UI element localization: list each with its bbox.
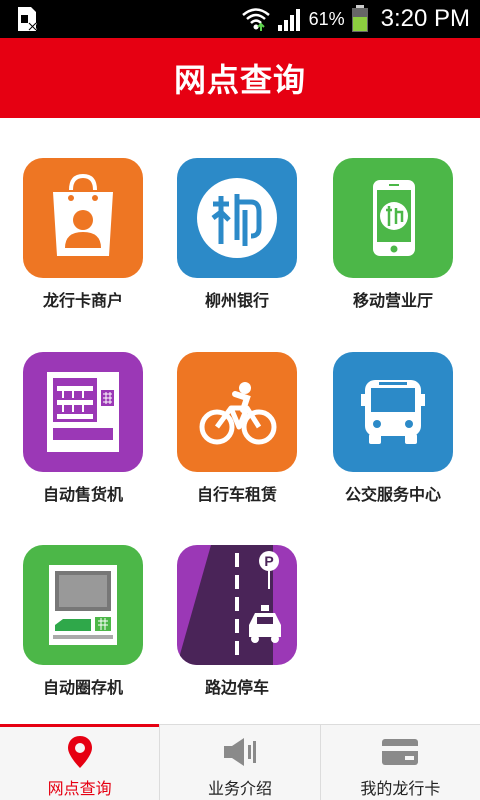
svg-text:P: P <box>264 553 273 569</box>
bus-icon <box>333 352 453 472</box>
grid-item-label: 龙行卡商户 <box>42 291 123 310</box>
bicycle-icon <box>177 352 297 472</box>
bank-logo-icon <box>177 158 297 278</box>
grid-item-mobile-hall[interactable]: 移动营业厅 <box>315 158 471 312</box>
card-icon <box>381 735 419 769</box>
title-bar: 网点查询 <box>0 38 480 118</box>
atm-icon <box>23 545 143 665</box>
grid-item-label: 自动售货机 <box>42 485 123 504</box>
grid-item-vending-machine[interactable]: 自动售货机 <box>5 352 161 506</box>
bottom-tab-bar: 网点查询 业务介绍 我的龙行卡 <box>0 724 480 800</box>
grid-item-bus-center[interactable]: 公交服务中心 <box>315 352 471 506</box>
tab-label: 网点查询 <box>47 779 112 798</box>
parking-icon: P <box>177 545 297 665</box>
tab-label: 业务介绍 <box>207 779 272 798</box>
signal-icon <box>277 9 300 31</box>
grid-item-label: 公交服务中心 <box>344 485 441 504</box>
status-bar: 61% 3:20 PM <box>0 0 480 38</box>
grid-item-bicycle-rental[interactable]: 自行车租赁 <box>159 352 315 506</box>
grid-item-label: 柳州银行 <box>204 291 269 310</box>
tab-outlet-search[interactable]: 网点查询 <box>0 724 160 800</box>
tab-label: 我的龙行卡 <box>360 779 441 798</box>
speaker-icon <box>222 735 258 769</box>
mobile-phone-icon <box>333 158 453 278</box>
grid-item-label: 自动圈存机 <box>42 678 123 697</box>
page-title: 网点查询 <box>173 61 306 99</box>
grid-item-label: 路边停车 <box>204 678 269 697</box>
grid-item-label: 移动营业厅 <box>352 291 433 310</box>
tab-my-card[interactable]: 我的龙行卡 <box>319 725 480 800</box>
battery-icon <box>351 5 368 32</box>
clock: 3:20 PM <box>380 5 470 32</box>
sim-card-icon <box>18 7 37 31</box>
grid-item-merchant[interactable]: 龙行卡商户 <box>5 158 161 312</box>
grid-item-bank[interactable]: 柳州银行 <box>159 158 315 312</box>
location-pin-icon <box>67 735 93 769</box>
wifi-icon <box>241 8 270 31</box>
shopping-bag-icon <box>23 158 143 278</box>
tab-business-intro[interactable]: 业务介绍 <box>159 725 319 800</box>
battery-percent: 61% <box>308 8 345 29</box>
grid-item-roadside-parking[interactable]: P 路边停车 <box>159 545 315 699</box>
grid-item-atm[interactable]: 自动圈存机 <box>5 545 161 699</box>
vending-machine-icon <box>23 352 143 472</box>
grid-item-label: 自行车租赁 <box>196 485 277 504</box>
